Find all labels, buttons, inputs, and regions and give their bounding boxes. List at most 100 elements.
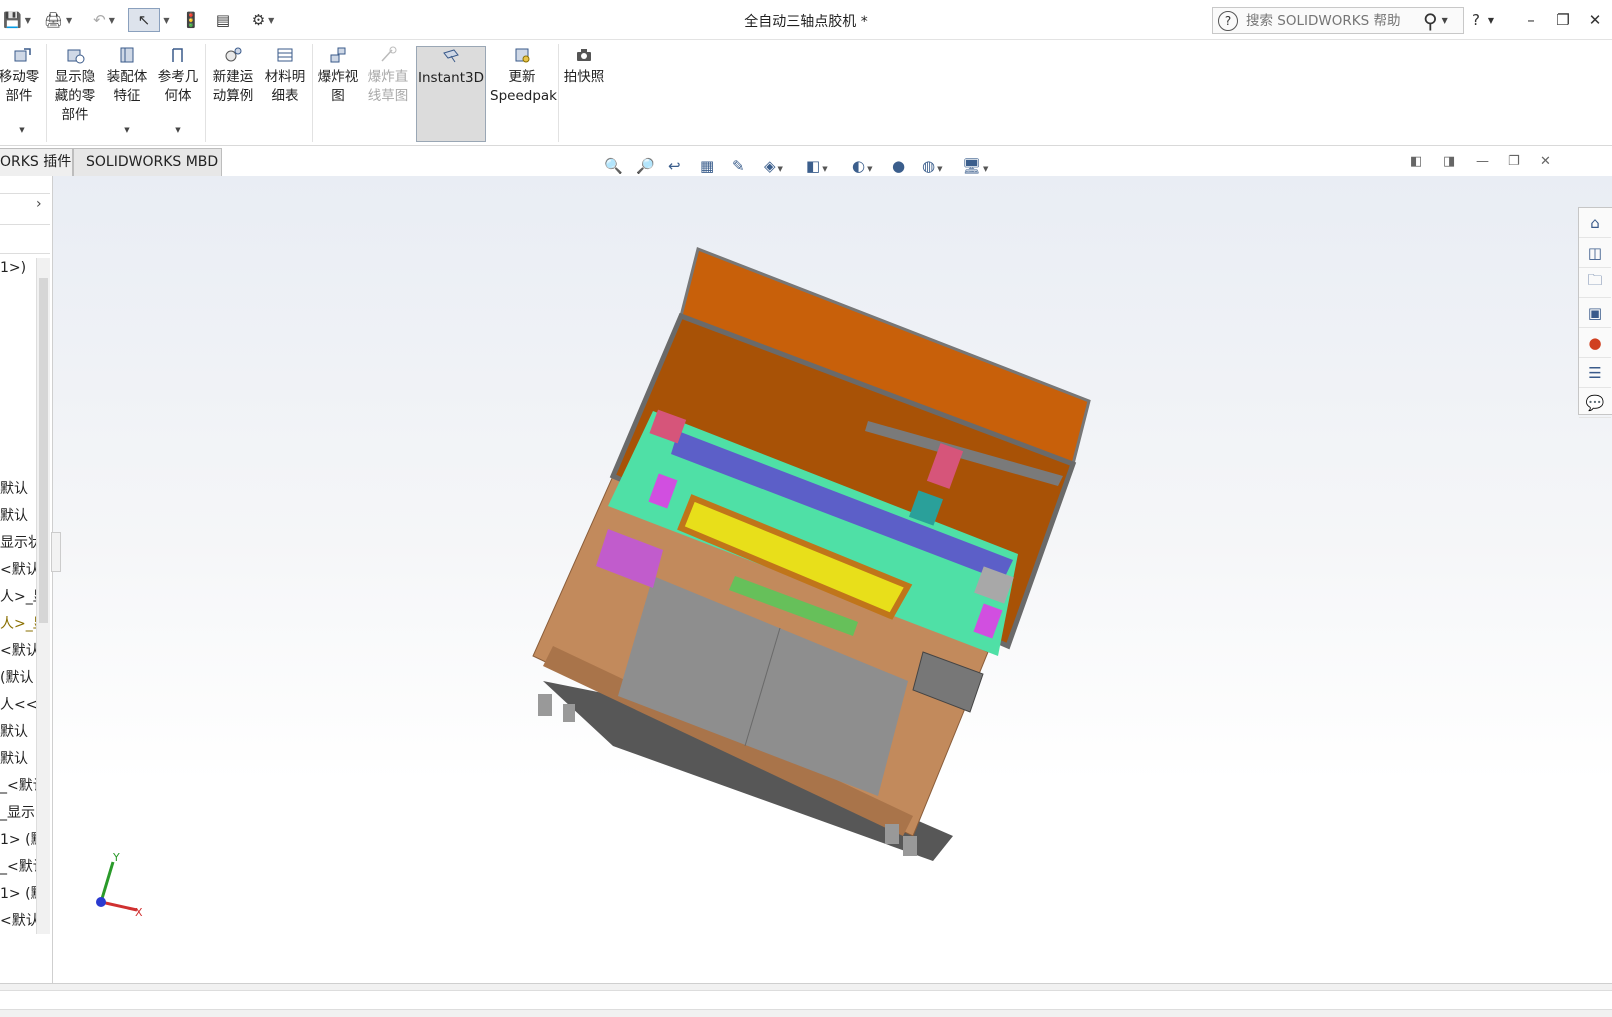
solidworks-window: 💾▼ 🖨▼ ↶▼ ↖ ▼ 🚦 ▤ ⚙▼ 全自动三轴点胶机 * ? ⚲ ▼ ?▼ … [0,0,1612,1017]
tree-item[interactable]: <默认 [0,640,36,660]
tree-item[interactable]: <默认 [0,910,36,930]
viewport-minimize-button[interactable]: — [1476,154,1489,169]
bill-of-materials-button[interactable]: 材料明 细表 [262,46,308,142]
minimize-button[interactable]: – [1518,8,1544,32]
reference-geometry-button[interactable]: 参考几 何体 ▼ [154,46,202,142]
select-dropdown-icon[interactable]: ▼ [160,8,170,32]
tree-item[interactable]: 默认 [0,478,36,498]
reference-geometry-icon [172,48,183,62]
move-component-icon [14,48,31,62]
tree-item[interactable]: 默认 [0,505,36,525]
view-palette-icon[interactable]: ▣ [1579,298,1611,328]
instant3d-button[interactable]: Instant3D [416,46,486,142]
help-menu-button[interactable]: ? ▼ [1470,8,1496,32]
tree-item[interactable]: 1>) [0,260,36,276]
show-hidden-icon [67,49,85,64]
search-icon[interactable]: ⚲ [1423,9,1438,33]
tree-vertical-scrollbar[interactable] [36,258,50,934]
help-search-input[interactable] [1246,12,1421,29]
save-icon[interactable]: 💾 ▼ [0,8,34,32]
forum-icon[interactable]: 💬 [1579,388,1611,418]
heads-up-view-toolbar: 🔍 🔎 ↩ ▦ ✎ ◈ ▼ ◧ ▼ ◐ ▼ ● ◍ ▼ 🖥 ▼ [604,154,1002,178]
tree-item[interactable]: 人>_显 [0,613,36,633]
zoom-to-area-icon[interactable]: 🔎 [636,157,668,175]
feature-manager-tree: › 1>) 默认 默认 显示状 <默认 人>_显 人>_显 <默认 (默认 人<… [0,176,53,983]
home-icon[interactable]: ⌂ [1579,208,1611,238]
reference-geometry-dropdown-icon[interactable]: ▼ [154,121,202,140]
motion-study-icon [225,47,242,62]
rebuild-icon[interactable]: 🚦 [180,8,202,32]
show-hidden-components-button[interactable]: 显示隐 藏的零 部件 [50,46,100,142]
tab-solidworks-mbd[interactable]: SOLIDWORKS MBD [73,148,222,176]
tab-solidworks-addins[interactable]: ORKS 插件 [0,148,73,176]
appearances-icon[interactable]: ● [1579,328,1611,358]
previous-view-icon[interactable]: ↩ [668,157,700,175]
tree-item[interactable]: 人>_显 [0,586,36,606]
tree-expand-chevron-icon[interactable]: › [36,196,42,212]
move-component-dropdown-icon[interactable]: ▼ [0,121,44,140]
tree-scroll-thumb[interactable] [39,278,48,623]
restore-button[interactable]: ❐ [1550,8,1576,32]
options-gear-icon[interactable]: ⚙ ▼ [244,8,282,32]
triad-y-label: Y [112,852,120,864]
tree-item[interactable]: _显示 [0,802,36,822]
camera-icon [577,49,591,61]
tree-item[interactable]: _<默认 [0,775,36,795]
tree-item[interactable]: 人<<默 [0,694,36,714]
tree-item[interactable]: _<默认 [0,856,36,876]
design-library-icon[interactable]: ◫ [1579,238,1611,268]
viewport-collapse-right-icon[interactable]: ◨ [1443,154,1455,169]
tree-splitter-handle[interactable] [51,532,61,572]
file-properties-icon[interactable]: ▤ [210,8,236,32]
tree-item[interactable]: 默认 [0,721,36,741]
explode-line-sketch-button[interactable]: 爆炸直 线草图 [364,46,412,142]
hide-show-items-icon[interactable]: ◐ ▼ [852,157,892,175]
update-speedpak-button[interactable]: 更新 Speedpak [490,46,557,142]
instant3d-icon [443,49,459,63]
tree-item[interactable]: 1> (默 [0,883,36,903]
explode-line-sketch-icon [381,46,397,62]
print-icon[interactable]: 🖨 ▼ [40,8,76,32]
command-tabs: ORKS 插件 SOLIDWORKS MBD [0,148,222,176]
exploded-view-icon [330,47,346,63]
bom-table-icon [277,48,293,62]
section-view-icon[interactable]: ▦ [700,157,732,175]
reference-triad: Y X [96,852,143,919]
exploded-view-button[interactable]: 爆炸视 图 [315,46,361,142]
move-component-button[interactable]: 移动零 部件 ▼ [0,46,44,142]
apply-scene-icon[interactable]: ◍ ▼ [922,157,962,175]
view-orientation-icon[interactable]: ◈ ▼ [764,157,806,175]
tree-item[interactable]: <默认 [0,559,36,579]
speedpak-icon [515,48,530,63]
view-settings-icon[interactable]: 🖥 ▼ [962,157,1002,175]
undo-icon[interactable]: ↶ ▼ [86,8,122,32]
display-style-icon[interactable]: ◧ ▼ [806,157,852,175]
viewport-close-button[interactable]: ✕ [1540,154,1551,169]
zoom-to-fit-icon[interactable]: 🔍 [604,157,636,175]
take-snapshot-button[interactable]: 拍快照 [561,46,607,142]
select-arrow-icon[interactable]: ↖ [128,8,160,32]
search-dropdown-icon[interactable]: ▼ [1442,16,1448,25]
viewport-restore-button[interactable]: ❐ [1508,154,1520,169]
title-bar: 💾▼ 🖨▼ ↶▼ ↖ ▼ 🚦 ▤ ⚙▼ 全自动三轴点胶机 * ? ⚲ ▼ ?▼ … [0,0,1612,40]
new-motion-study-button[interactable]: 新建运 动算例 [208,46,258,142]
tree-item[interactable]: (默认 [0,667,36,687]
edit-appearance-icon[interactable]: ● [892,157,922,175]
help-circle-icon: ? [1218,10,1238,31]
tree-item[interactable]: 显示状 [0,532,36,552]
tree-item[interactable]: 默认 [0,748,36,768]
assembly-model[interactable] [53,176,1612,983]
help-search-box[interactable]: ? ⚲ ▼ [1212,7,1464,34]
command-manager: 移动零 部件 ▼ 显示隐 藏的零 部件 装配体 特征 ▼ 参考几 何体 ▼ 新建… [0,40,1612,146]
horizontal-scrollbar[interactable] [0,990,1612,1010]
close-button[interactable]: ✕ [1582,8,1608,32]
dynamic-annotation-icon[interactable]: ✎ [732,157,764,175]
assembly-features-button[interactable]: 装配体 特征 ▼ [104,46,150,142]
assembly-features-dropdown-icon[interactable]: ▼ [104,121,150,140]
file-explorer-icon[interactable]: 🗀 [1579,268,1611,298]
viewport-collapse-left-icon[interactable]: ◧ [1410,154,1422,169]
assembly-features-icon [120,47,134,63]
graphics-area[interactable]: Y X [53,176,1612,983]
custom-properties-icon[interactable]: ☰ [1579,358,1611,388]
tree-item[interactable]: 1> (默 [0,829,36,849]
